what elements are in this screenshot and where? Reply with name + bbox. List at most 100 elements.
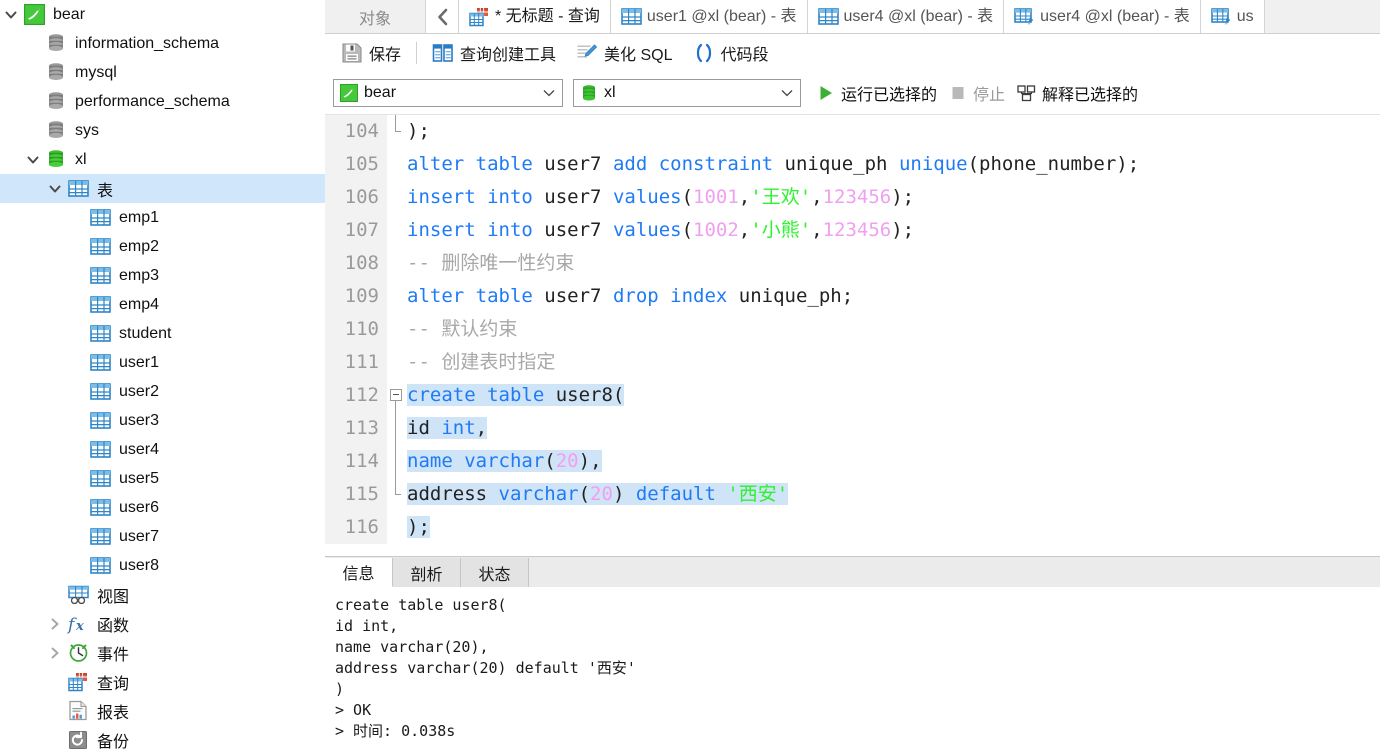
tree-item-事件[interactable]: 事件: [0, 638, 325, 667]
chevron-down-icon[interactable]: [44, 182, 66, 196]
chevron-down-icon[interactable]: [22, 153, 44, 167]
tab-scroll-left-button[interactable]: [425, 0, 459, 33]
editor-line[interactable]: 106 insert into user7 values(1001,'王欢',12…: [325, 181, 1380, 214]
query-builder-button[interactable]: 查询创建工具: [422, 38, 566, 68]
editor-tab-3[interactable]: user4 @xl (bear) - 表: [1004, 0, 1201, 33]
editor-line-code[interactable]: id int,: [405, 412, 1380, 445]
explain-selected-button[interactable]: 解释已选择的: [1011, 79, 1144, 107]
editor-line-code[interactable]: name varchar(20),: [405, 445, 1380, 478]
fold-column[interactable]: [387, 346, 405, 379]
tree-item-sys[interactable]: sys: [0, 116, 325, 145]
editor-line[interactable]: 116);: [325, 511, 1380, 544]
editor-line-code[interactable]: alter table user7 drop index unique_ph;: [405, 280, 1380, 313]
chevron-right-icon[interactable]: [44, 646, 66, 660]
connection-toolbar[interactable]: bear xl 运行已选择的 停止 解释已选择的: [325, 72, 1380, 114]
editor-line[interactable]: 112 create table user8(: [325, 379, 1380, 412]
tree-item-xl[interactable]: xl: [0, 145, 325, 174]
editor-line[interactable]: 110 -- 默认约束: [325, 313, 1380, 346]
tree-item-函数[interactable]: f x 函数: [0, 609, 325, 638]
editor-line-code[interactable]: -- 默认约束: [405, 313, 1380, 346]
tree-item-备份[interactable]: 备份: [0, 725, 325, 754]
chevron-right-icon[interactable]: [44, 617, 66, 631]
editor-line-code[interactable]: );: [405, 115, 1380, 148]
editor-line-code[interactable]: -- 删除唯一性约束: [405, 247, 1380, 280]
fold-column[interactable]: [387, 247, 405, 280]
editor-line[interactable]: 108 -- 删除唯一性约束: [325, 247, 1380, 280]
editor-line[interactable]: 109 alter table user7 drop index unique_p…: [325, 280, 1380, 313]
save-button[interactable]: 保存: [331, 38, 411, 68]
fold-column[interactable]: [387, 379, 405, 412]
sql-editor-container[interactable]: 104); 105 alter table user7 add constraint…: [325, 114, 1380, 556]
object-tree-sidebar[interactable]: bear information_schema mysql performance_s…: [0, 0, 325, 756]
run-selected-button[interactable]: 运行已选择的: [811, 79, 943, 107]
editor-line[interactable]: 113 id int,: [325, 412, 1380, 445]
tree-item-user4[interactable]: user4: [0, 435, 325, 464]
editor-tab-0[interactable]: * 无标题 - 查询: [459, 0, 611, 33]
query-toolbar[interactable]: 保存 查询创建工具 美化 SQL 代码段: [325, 34, 1380, 72]
tree-item-emp3[interactable]: emp3: [0, 261, 325, 290]
editor-line-code[interactable]: );: [405, 511, 1380, 544]
fold-column[interactable]: [387, 148, 405, 181]
chevron-down-icon[interactable]: [0, 8, 22, 22]
fold-column[interactable]: [387, 445, 405, 478]
tree-item-emp2[interactable]: emp2: [0, 232, 325, 261]
editor-tab-strip[interactable]: 对象 * 无标题 - 查询 user1 @xl (bear) - 表 user4 @…: [325, 0, 1380, 34]
tree-item-user7[interactable]: user7: [0, 522, 325, 551]
tree-item-查询[interactable]: 查询: [0, 667, 325, 696]
tree-item-bear[interactable]: bear: [0, 0, 325, 29]
tree-item-mysql[interactable]: mysql: [0, 58, 325, 87]
fold-column[interactable]: [387, 181, 405, 214]
fold-column[interactable]: [387, 313, 405, 346]
chevron-down-icon[interactable]: [540, 89, 558, 97]
tree-item-emp4[interactable]: emp4: [0, 290, 325, 319]
tree-item-视图[interactable]: 视图: [0, 580, 325, 609]
result-tab-0[interactable]: 信息: [325, 558, 393, 587]
tree-item-student[interactable]: student: [0, 319, 325, 348]
tree-item-user6[interactable]: user6: [0, 493, 325, 522]
fold-column[interactable]: [387, 115, 405, 148]
result-tab-1[interactable]: 剖析: [393, 558, 461, 587]
result-tab-2[interactable]: 状态: [461, 558, 529, 587]
editor-line-code[interactable]: create table user8(: [405, 379, 1380, 412]
editor-line-code[interactable]: -- 创建表时指定: [405, 346, 1380, 379]
tree-item-user2[interactable]: user2: [0, 377, 325, 406]
editor-line-code[interactable]: address varchar(20) default '西安': [405, 478, 1380, 511]
tab-objects[interactable]: 对象: [325, 0, 425, 33]
connection-select[interactable]: bear: [333, 79, 563, 107]
editor-line[interactable]: 107 insert into user7 values(1002,'小熊',12…: [325, 214, 1380, 247]
tree-item-performance_schema[interactable]: performance_schema: [0, 87, 325, 116]
editor-line[interactable]: 105 alter table user7 add constraint uniq…: [325, 148, 1380, 181]
editor-line[interactable]: 115 address varchar(20) default '西安': [325, 478, 1380, 511]
tree-item-user1[interactable]: user1: [0, 348, 325, 377]
database-select[interactable]: xl: [573, 79, 801, 107]
result-tab-strip[interactable]: 信息 剖析 状态: [325, 556, 1380, 587]
tree-item-emp1[interactable]: emp1: [0, 203, 325, 232]
editor-tabs[interactable]: * 无标题 - 查询 user1 @xl (bear) - 表 user4 @xl …: [459, 0, 1265, 33]
fold-toggle-icon[interactable]: [390, 389, 402, 401]
fold-column[interactable]: [387, 412, 405, 445]
editor-tab-4[interactable]: us: [1200, 0, 1265, 33]
editor-line-code[interactable]: alter table user7 add constraint unique_…: [405, 148, 1380, 181]
stop-button[interactable]: 停止: [943, 79, 1011, 107]
beautify-sql-button[interactable]: 美化 SQL: [566, 38, 682, 68]
editor-line[interactable]: 104);: [325, 115, 1380, 148]
editor-tab-2[interactable]: user4 @xl (bear) - 表: [807, 0, 1005, 33]
editor-line[interactable]: 111 -- 创建表时指定: [325, 346, 1380, 379]
sql-editor[interactable]: 104); 105 alter table user7 add constraint…: [325, 115, 1380, 556]
editor-tab-1[interactable]: user1 @xl (bear) - 表: [610, 0, 808, 33]
snippet-button[interactable]: 代码段: [683, 38, 779, 68]
fold-column[interactable]: [387, 478, 405, 511]
editor-line[interactable]: 114 name varchar(20),: [325, 445, 1380, 478]
tree-item-user3[interactable]: user3: [0, 406, 325, 435]
tree-item-user8[interactable]: user8: [0, 551, 325, 580]
fold-column[interactable]: [387, 511, 405, 544]
chevron-down-icon[interactable]: [778, 89, 796, 97]
fold-column[interactable]: [387, 214, 405, 247]
tree-item-表[interactable]: 表: [0, 174, 325, 203]
editor-line-code[interactable]: insert into user7 values(1001,'王欢',12345…: [405, 181, 1380, 214]
tree-item-报表[interactable]: 报表: [0, 696, 325, 725]
tree-item-information_schema[interactable]: information_schema: [0, 29, 325, 58]
tree-item-user5[interactable]: user5: [0, 464, 325, 493]
fold-column[interactable]: [387, 280, 405, 313]
editor-line-code[interactable]: insert into user7 values(1002,'小熊',12345…: [405, 214, 1380, 247]
